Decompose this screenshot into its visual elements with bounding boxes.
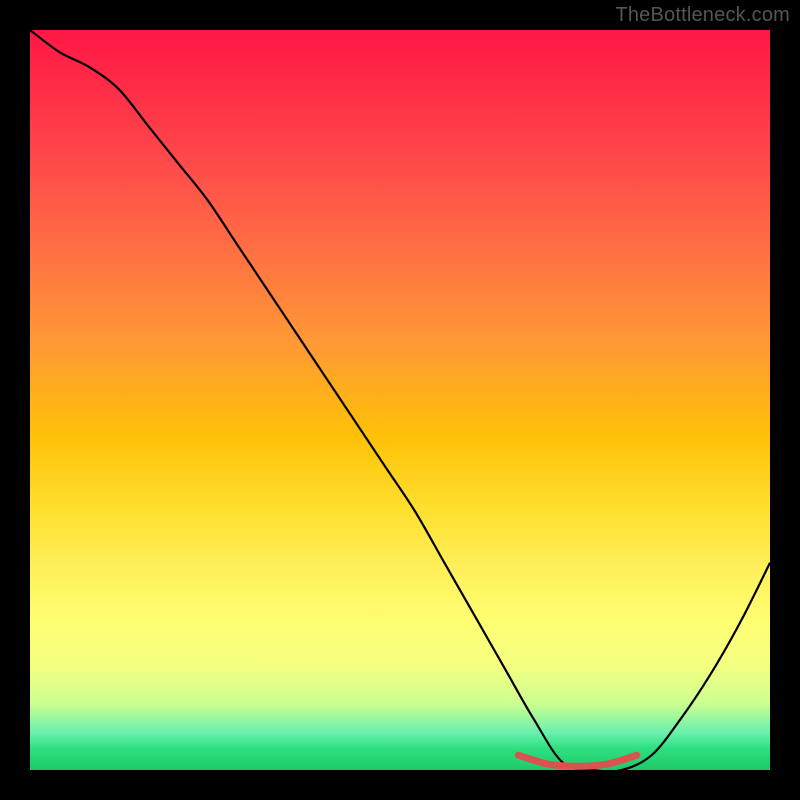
watermark-text: TheBottleneck.com xyxy=(615,4,790,27)
optimal-segment-path xyxy=(518,755,636,766)
chart-svg xyxy=(30,30,770,770)
chart-frame: TheBottleneck.com xyxy=(0,0,800,800)
bottleneck-curve-path xyxy=(30,30,770,770)
plot-area xyxy=(30,30,770,770)
